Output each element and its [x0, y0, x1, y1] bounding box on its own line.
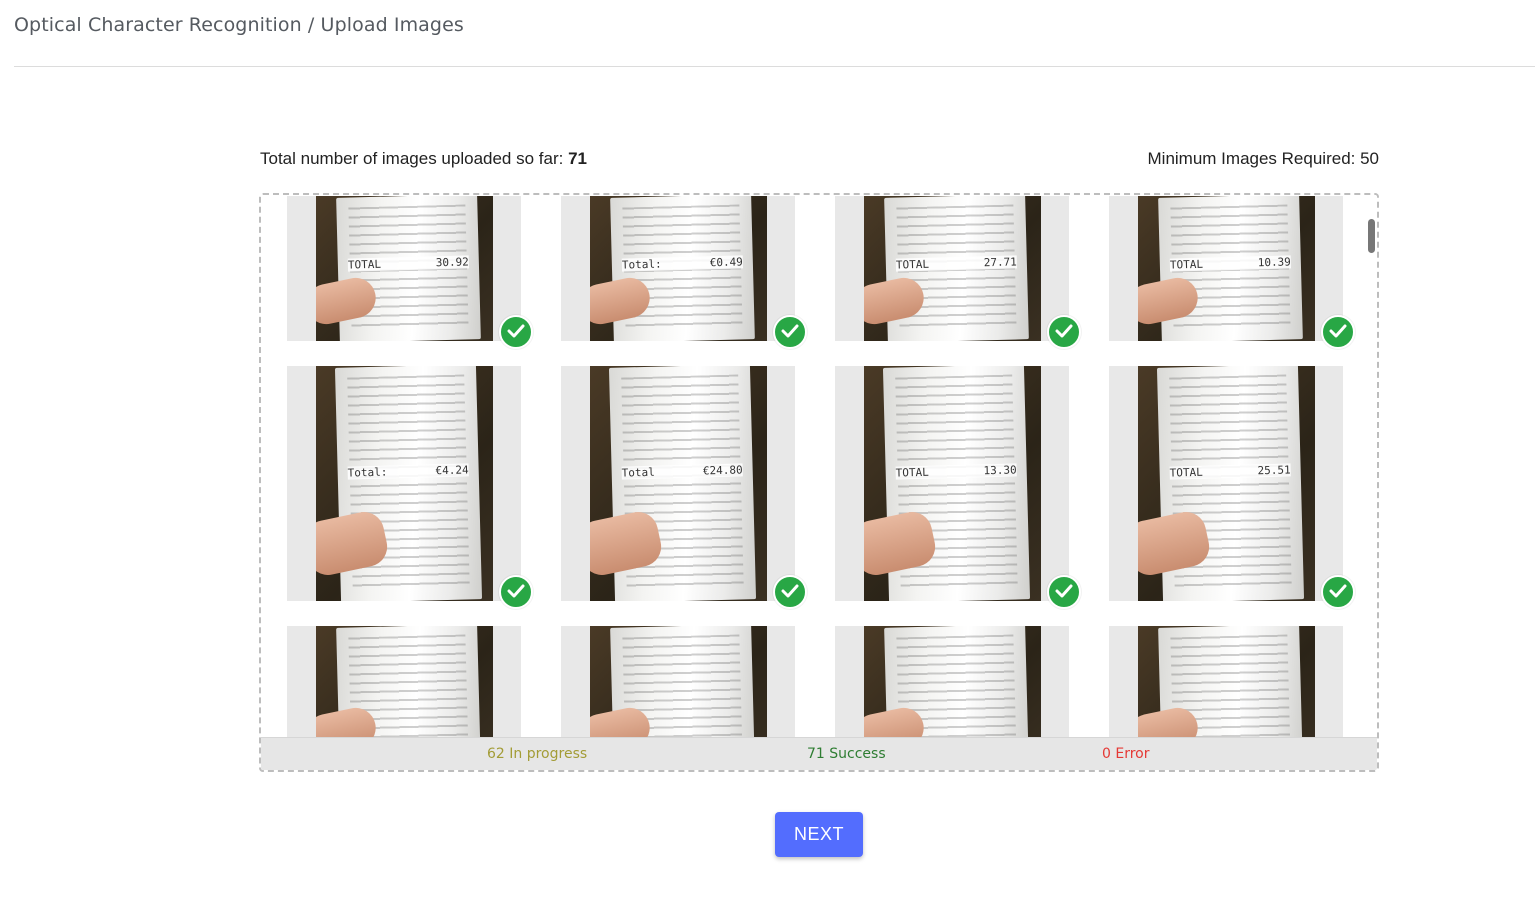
receipt-total-value: 27.71	[983, 255, 1018, 270]
receipt-photo: Total: €4.24	[316, 366, 493, 601]
in-progress-count: 62 In progress	[487, 746, 588, 762]
next-button[interactable]: NEXT	[775, 812, 863, 857]
receipt-total-label: TOTAL	[895, 465, 929, 480]
receipt-total-label: TOTAL	[895, 257, 930, 272]
image-thumbnail[interactable]: TOTAL 25.51	[1109, 366, 1355, 609]
success-check-icon	[1047, 575, 1081, 609]
success-count: 71 Success	[807, 746, 886, 762]
image-grid-viewport[interactable]: TOTAL 30.92 Total: €0.49 TOTAL 27.71 TOTAL 10.3…	[261, 195, 1361, 738]
image-thumbnail[interactable]: TOTAL 27.71	[835, 196, 1081, 349]
receipt-total-value: €4.24	[435, 463, 469, 477]
header-divider	[14, 66, 1535, 67]
receipt-photo: TOTAL 30.92	[316, 196, 493, 341]
receipt-total-value: €24.80	[702, 463, 743, 478]
receipt-total-value: 30.92	[435, 255, 470, 270]
scrollbar[interactable]	[1365, 195, 1377, 738]
image-thumbnail[interactable]: Total: €4.24	[287, 366, 533, 609]
image-thumbnail[interactable]: Total €24.80	[561, 366, 807, 609]
receipt-total-value: 25.51	[1257, 463, 1291, 477]
image-grid: TOTAL 30.92 Total: €0.49 TOTAL 27.71 TOTAL 10.3…	[287, 196, 1355, 738]
receipt-total-value: €0.49	[709, 255, 744, 270]
receipt-total-label: Total:	[621, 257, 662, 272]
receipt-photo	[1138, 626, 1315, 738]
breadcrumb: Optical Character Recognition / Upload I…	[14, 14, 464, 36]
receipt-total-label: TOTAL	[347, 257, 382, 272]
receipt-paper: Total: €0.49	[610, 196, 755, 341]
success-check-icon	[773, 315, 807, 349]
uploaded-count-label: Total number of images uploaded so far:	[260, 149, 569, 168]
receipt-photo	[590, 626, 767, 738]
receipt-paper: TOTAL 30.92	[336, 196, 481, 341]
success-check-icon	[1047, 315, 1081, 349]
receipt-total-label: TOTAL	[1169, 465, 1203, 480]
image-thumbnail[interactable]	[1109, 626, 1343, 738]
image-thumbnail[interactable]	[835, 626, 1069, 738]
receipt-photo	[864, 626, 1041, 738]
image-thumbnail[interactable]	[287, 626, 521, 738]
upload-status-bar: 62 In progress 71 Success 0 Error	[261, 737, 1377, 770]
receipt-total-label: TOTAL	[1169, 257, 1204, 272]
receipt-paper: TOTAL 27.71	[884, 196, 1029, 341]
scrollbar-thumb[interactable]	[1368, 219, 1375, 253]
image-thumbnail[interactable]: TOTAL 13.30	[835, 366, 1081, 609]
success-check-icon	[1321, 575, 1355, 609]
receipt-total-value: 10.39	[1257, 255, 1292, 270]
image-thumbnail[interactable]: Total: €0.49	[561, 196, 807, 349]
receipt-total-value: 13.30	[983, 463, 1017, 477]
success-check-icon	[773, 575, 807, 609]
minimum-required-text: Minimum Images Required: 50	[1147, 149, 1379, 168]
receipt-photo: TOTAL 13.30	[864, 366, 1041, 601]
success-check-icon	[1321, 315, 1355, 349]
upload-stats: Total number of images uploaded so far: …	[260, 149, 1379, 169]
receipt-photo: TOTAL 25.51	[1138, 366, 1315, 601]
success-check-icon	[499, 575, 533, 609]
receipt-total-label: Total:	[347, 465, 388, 480]
image-dropzone[interactable]: TOTAL 30.92 Total: €0.49 TOTAL 27.71 TOTAL 10.3…	[259, 193, 1379, 772]
uploaded-count-text: Total number of images uploaded so far: …	[260, 149, 587, 169]
error-count: 0 Error	[1102, 746, 1150, 762]
image-thumbnail[interactable]	[561, 626, 795, 738]
receipt-total-label: Total	[621, 465, 655, 480]
image-thumbnail[interactable]: TOTAL 30.92	[287, 196, 533, 349]
receipt-photo: TOTAL 10.39	[1138, 196, 1315, 341]
receipt-photo	[316, 626, 493, 738]
receipt-photo: Total: €0.49	[590, 196, 767, 341]
uploaded-count-value: 71	[568, 149, 587, 168]
receipt-photo: Total €24.80	[590, 366, 767, 601]
receipt-photo: TOTAL 27.71	[864, 196, 1041, 341]
receipt-paper: TOTAL 10.39	[1158, 196, 1303, 341]
image-thumbnail[interactable]: TOTAL 10.39	[1109, 196, 1355, 349]
success-check-icon	[499, 315, 533, 349]
